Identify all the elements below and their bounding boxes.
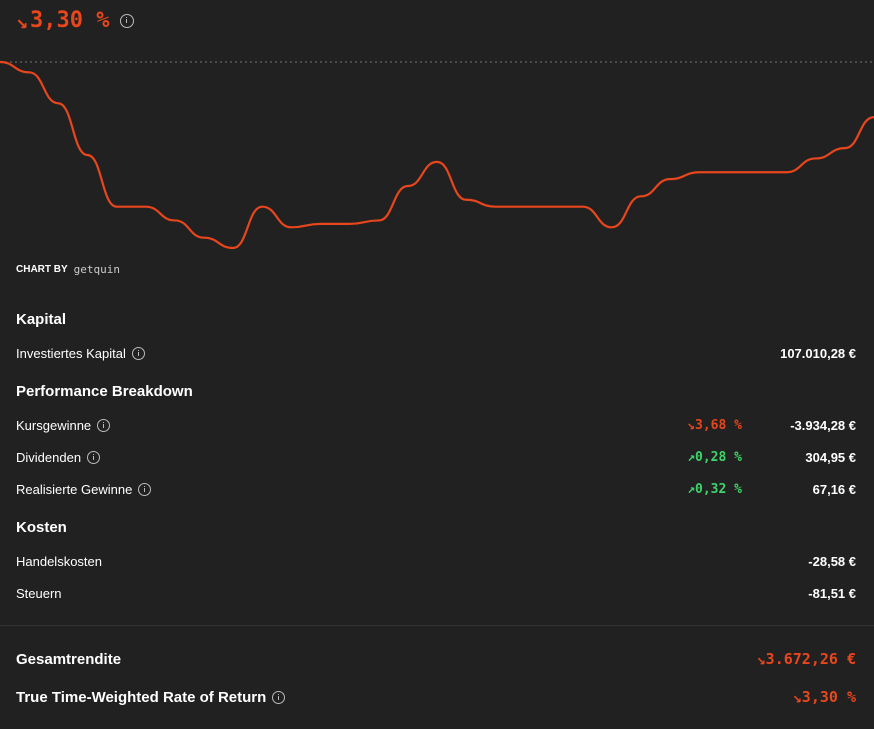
invested-capital-value: 107.010,28 € [780, 345, 856, 361]
down-arrow-icon: ↘ [687, 417, 696, 433]
kosten-value: -28,58 € [808, 553, 856, 569]
performance-value: 3,30 % [30, 8, 110, 33]
info-icon[interactable] [87, 450, 101, 464]
breakdown-label: Dividenden [16, 449, 82, 465]
down-arrow-icon: ↘ [16, 8, 29, 33]
breakdown-label: Kursgewinne [16, 417, 92, 433]
breakdown-row-kursgewinne: Kursgewinne ↘3,68 % -3.934,28 € [16, 415, 856, 435]
chart-credit-label: CHART BY [16, 264, 68, 275]
breakdown-row-realisierte-gewinne: Realisierte Gewinne ↗0,32 % 67,16 € [16, 479, 856, 499]
section-title-kosten: Kosten [16, 519, 67, 536]
divider [0, 625, 874, 626]
total-return-value: ↘3.672,26 € [756, 650, 856, 668]
breakdown-label: Realisierte Gewinne [16, 481, 133, 497]
up-arrow-icon: ↗ [687, 481, 696, 497]
kosten-row-handelskosten: Handelskosten -28,58 € [16, 551, 856, 571]
chart-credit: CHART BY getquin [16, 263, 120, 276]
up-arrow-icon: ↗ [687, 449, 696, 465]
info-icon[interactable] [131, 346, 145, 360]
info-icon[interactable] [119, 13, 134, 28]
breakdown-value: 304,95 € [805, 449, 856, 465]
section-title-breakdown: Performance Breakdown [16, 383, 193, 400]
info-icon[interactable] [97, 418, 111, 432]
kosten-label: Handelskosten [16, 553, 102, 569]
ttwror-row: True Time-Weighted Rate of Return ↘3,30 … [16, 688, 856, 706]
breakdown-value: 67,16 € [812, 481, 856, 497]
breakdown-pct: ↘3,68 % [687, 417, 742, 433]
info-icon[interactable] [272, 690, 286, 704]
invested-capital-label: Investiertes Kapital [16, 345, 126, 361]
performance-headline: ↘ 3,30 % [16, 8, 134, 33]
getquin-logo[interactable]: getquin [74, 263, 120, 276]
total-return-label: Gesamtrendite [16, 650, 122, 668]
performance-line [0, 60, 874, 250]
ttwror-value: ↘3,30 % [792, 688, 856, 706]
breakdown-value: -3.934,28 € [790, 417, 856, 433]
section-title-kapital: Kapital [16, 311, 67, 328]
kosten-row-steuern: Steuern -81,51 € [16, 583, 856, 603]
breakdown-row-dividenden: Dividenden ↗0,28 % 304,95 € [16, 447, 856, 467]
ttwror-label: True Time-Weighted Rate of Return [16, 688, 267, 706]
kosten-label: Steuern [16, 585, 62, 601]
kosten-value: -81,51 € [808, 585, 856, 601]
total-return-row: Gesamtrendite ↘3.672,26 € [16, 650, 856, 668]
info-icon[interactable] [138, 482, 152, 496]
performance-chart[interactable] [0, 50, 874, 260]
breakdown-pct: ↗0,32 % [687, 481, 742, 497]
invested-capital-row: Investiertes Kapital 107.010,28 € [16, 343, 856, 363]
breakdown-pct: ↗0,28 % [687, 449, 742, 465]
